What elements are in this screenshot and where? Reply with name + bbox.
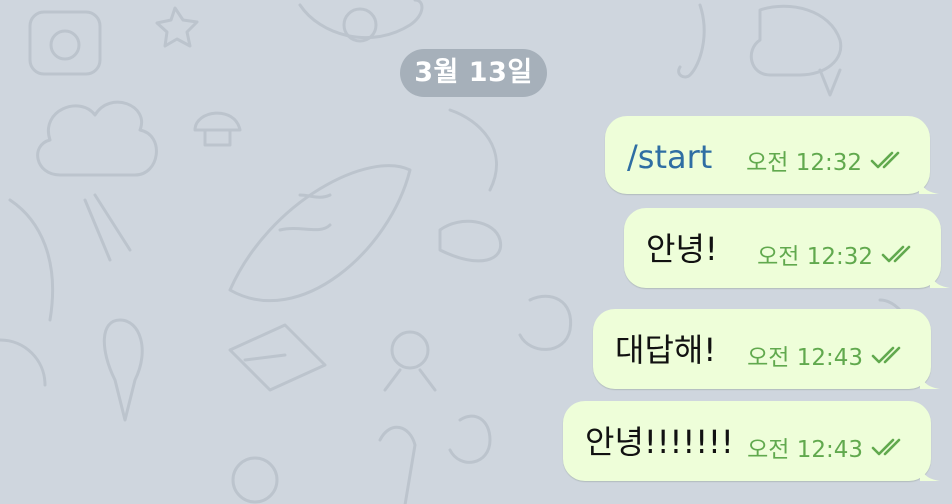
- double-check-icon: [881, 245, 911, 263]
- message-time: 오전 12:43: [747, 437, 863, 463]
- message-meta: 오전 12:32: [746, 146, 906, 176]
- message-meta: 오전 12:32: [757, 240, 917, 270]
- message-text: 안녕!!!!!!!: [585, 423, 734, 461]
- double-check-icon: [871, 438, 901, 456]
- bubble-tail: [920, 371, 940, 389]
- bubble-tail: [919, 176, 939, 194]
- bubble-tail: [920, 463, 940, 481]
- outgoing-message[interactable]: 안녕!!!!!!! 오전 12:43: [563, 401, 940, 481]
- outgoing-message[interactable]: 안녕! 오전 12:32: [624, 208, 950, 288]
- message-text: 대답해!: [615, 331, 717, 369]
- bot-command-link[interactable]: /start: [627, 137, 712, 177]
- outgoing-message[interactable]: 대답해! 오전 12:43: [593, 309, 940, 389]
- message-time: 오전 12:32: [746, 150, 862, 176]
- message-time: 오전 12:32: [757, 244, 873, 270]
- message-meta: 오전 12:43: [747, 433, 907, 463]
- message-meta: 오전 12:43: [747, 341, 907, 371]
- double-check-icon: [871, 346, 901, 364]
- message-time: 오전 12:43: [747, 345, 863, 371]
- bubble-tail: [930, 270, 950, 288]
- date-divider: 3월 13일: [400, 49, 547, 97]
- double-check-icon: [870, 151, 900, 169]
- outgoing-message[interactable]: /start 오전 12:32: [605, 116, 939, 194]
- message-text: 안녕!: [646, 230, 718, 268]
